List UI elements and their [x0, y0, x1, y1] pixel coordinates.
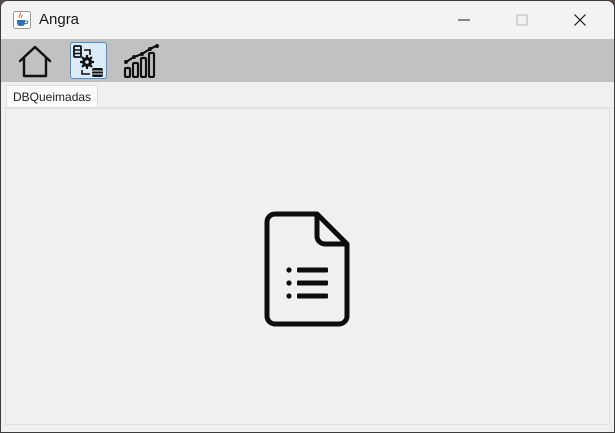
java-coffee-icon: [13, 11, 31, 29]
minimize-icon: [458, 19, 470, 21]
window-title: Angra: [39, 11, 80, 28]
database-settings-button[interactable]: [70, 42, 107, 79]
title-bar[interactable]: Angra: [1, 1, 614, 39]
tab-content-panel: [5, 108, 610, 425]
minimize-button[interactable]: [435, 1, 493, 39]
app-window: Angra DBQueimadas: [0, 0, 615, 433]
toolbar: [1, 39, 614, 82]
growth-chart-button[interactable]: [121, 42, 159, 79]
growth-chart-icon: [123, 44, 159, 78]
tab-dbqueimadas[interactable]: DBQueimadas: [6, 85, 99, 107]
tab-strip: DBQueimadas: [1, 82, 614, 108]
maximize-icon: [516, 14, 528, 26]
document-list-icon: [264, 211, 350, 327]
home-button[interactable]: [16, 42, 53, 79]
close-icon: [574, 14, 586, 26]
database-settings-icon: [73, 45, 103, 77]
close-button[interactable]: [551, 1, 609, 39]
maximize-button[interactable]: [493, 1, 551, 39]
home-icon: [18, 45, 52, 78]
